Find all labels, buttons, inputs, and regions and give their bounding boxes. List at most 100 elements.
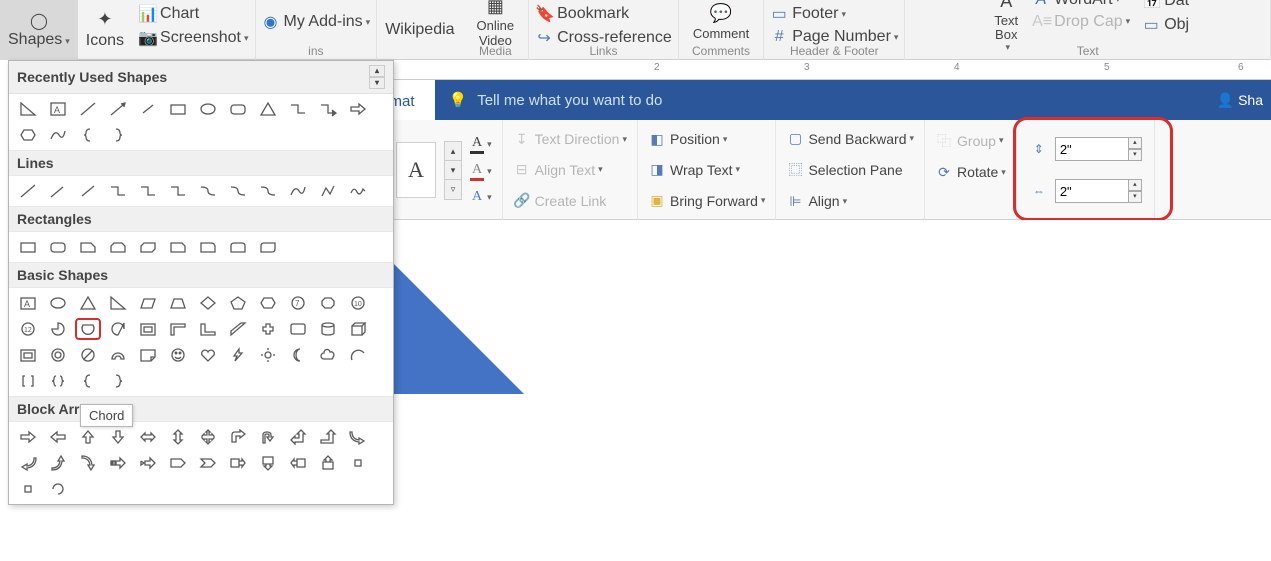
shape-arrow-updown[interactable] xyxy=(165,426,191,448)
shape-arrow-line[interactable] xyxy=(105,98,131,120)
group-button[interactable]: ⿻Group xyxy=(935,129,1006,153)
shape-freeform-curve[interactable] xyxy=(285,180,311,202)
shape-arrow-pentagon[interactable] xyxy=(165,452,191,474)
shape-arc[interactable] xyxy=(345,344,371,366)
send-backward-button[interactable]: ▢Send Backward xyxy=(786,128,914,149)
width-spin-down[interactable]: ▾ xyxy=(1128,191,1142,203)
shape-elbow-double[interactable] xyxy=(165,180,191,202)
shape-smiley[interactable] xyxy=(165,344,191,366)
shape-arrow-curved-right[interactable] xyxy=(345,426,371,448)
shape-elbow-connector[interactable] xyxy=(285,98,311,120)
shape-arrow-curved-down[interactable] xyxy=(75,452,101,474)
create-link-button[interactable]: 🔗Create Link xyxy=(513,190,627,211)
shape-frame[interactable] xyxy=(135,318,161,340)
shape-noentry[interactable] xyxy=(75,344,101,366)
shape-bevel[interactable] xyxy=(15,344,41,366)
shape-brace-pair[interactable] xyxy=(45,370,71,392)
shape-snipround-rect[interactable] xyxy=(165,236,191,258)
share-button[interactable]: 👤 Sha xyxy=(1209,92,1271,109)
shape-arrow-down[interactable] xyxy=(105,426,131,448)
shape-double-arrow-line[interactable] xyxy=(135,98,161,120)
shape-round1-rect[interactable] xyxy=(195,236,221,258)
comment-button[interactable]: 💬 Comment xyxy=(685,1,757,43)
shape-arrow-callout-down[interactable] xyxy=(255,452,281,474)
shape-arrow-uturn[interactable] xyxy=(255,426,281,448)
gallery-down-icon[interactable]: ▾ xyxy=(445,161,461,180)
shape-arrow-quad[interactable] xyxy=(195,426,221,448)
position-button[interactable]: ◧Position xyxy=(648,129,765,150)
shape-arrow-right[interactable] xyxy=(15,426,41,448)
shape-triangle2[interactable] xyxy=(75,292,101,314)
shape-octagon[interactable] xyxy=(315,292,341,314)
shape-arrow-callout-left[interactable] xyxy=(285,452,311,474)
tell-me-box[interactable]: 💡 Tell me what you want to do 👤 Sha xyxy=(435,80,1271,120)
align-button[interactable]: ⊫Align xyxy=(786,191,914,212)
wordart-button[interactable]: AWordArt xyxy=(1032,0,1130,11)
wordart-style-preview[interactable]: A xyxy=(396,142,436,198)
shape-lshape[interactable] xyxy=(195,318,221,340)
shape-elbow-arrow[interactable] xyxy=(315,98,341,120)
align-text-button[interactable]: ⊟Align Text xyxy=(513,159,627,180)
text-fill-button[interactable]: A xyxy=(470,133,492,156)
shape-line-arrow[interactable] xyxy=(45,180,71,202)
shape-pie[interactable] xyxy=(45,318,71,340)
shape-plaque[interactable] xyxy=(285,318,311,340)
shape-chord[interactable] xyxy=(75,318,101,340)
shape-arrow-callout-right[interactable] xyxy=(225,452,251,474)
chart-button[interactable]: 📊Chart xyxy=(138,2,199,26)
shape-decagon[interactable]: 10 xyxy=(345,292,371,314)
shape-curve[interactable] xyxy=(45,124,71,146)
shape-dodecagon[interactable]: 12 xyxy=(15,318,41,340)
object-button[interactable]: ▭Obj xyxy=(1142,13,1189,37)
shape-cross[interactable] xyxy=(255,318,281,340)
shape-brace-left[interactable] xyxy=(75,124,101,146)
shape-line-double-arrow[interactable] xyxy=(75,180,101,202)
shape-arrow-chevron[interactable] xyxy=(195,452,221,474)
wordart-gallery-scroll[interactable]: ▴▾▿ xyxy=(444,141,462,200)
bookmark-button[interactable]: 🔖Bookmark xyxy=(535,2,629,26)
shape-arrow-up[interactable] xyxy=(75,426,101,448)
shape-lightning[interactable] xyxy=(225,344,251,366)
footer-button[interactable]: ▭Footer xyxy=(770,2,846,26)
shapes-button[interactable]: ◯ Shapes xyxy=(0,0,78,60)
shape-oval2[interactable] xyxy=(45,292,71,314)
text-outline-button[interactable]: A xyxy=(470,160,492,183)
width-spin-up[interactable]: ▴ xyxy=(1128,179,1142,191)
height-spin-down[interactable]: ▾ xyxy=(1128,149,1142,161)
shape-arrow-circular[interactable] xyxy=(45,478,71,500)
shape-arrow-curved-left[interactable] xyxy=(15,452,41,474)
shape-line[interactable] xyxy=(75,98,101,120)
shape-parallelogram[interactable] xyxy=(135,292,161,314)
shape-cloud[interactable] xyxy=(315,344,341,366)
shape-textbox[interactable]: A xyxy=(45,98,71,120)
shape-arrow-striped[interactable] xyxy=(105,452,131,474)
shape-diag-stripe[interactable] xyxy=(225,318,251,340)
shape-sun[interactable] xyxy=(255,344,281,366)
gallery-more-icon[interactable]: ▿ xyxy=(445,180,461,199)
shape-moon[interactable] xyxy=(285,344,311,366)
shape-arrow-bentup[interactable] xyxy=(315,426,341,448)
shape-round2same-rect[interactable] xyxy=(225,236,251,258)
shape-left-brace[interactable] xyxy=(75,370,101,392)
shape-curve-connector[interactable] xyxy=(195,180,221,202)
inserted-triangle-shape[interactable] xyxy=(394,264,524,394)
shape-rectangle[interactable] xyxy=(165,98,191,120)
shape-trapezoid[interactable] xyxy=(165,292,191,314)
shape-curve-arrow[interactable] xyxy=(225,180,251,202)
shape-rect[interactable] xyxy=(15,236,41,258)
bring-forward-button[interactable]: ▣Bring Forward xyxy=(648,190,765,211)
shape-arrow-bent[interactable] xyxy=(225,426,251,448)
shape-teardrop[interactable] xyxy=(105,318,131,340)
shape-arrow-leftright[interactable] xyxy=(135,426,161,448)
document-canvas[interactable] xyxy=(394,220,1271,520)
wikipedia-button[interactable]: Wikipedia xyxy=(377,0,462,59)
shape-right-brace[interactable] xyxy=(105,370,131,392)
wrap-text-button[interactable]: ◨Wrap Text xyxy=(648,159,765,180)
gallery-up-icon[interactable]: ▴ xyxy=(445,142,461,161)
shape-folded-corner[interactable] xyxy=(135,344,161,366)
shape-heart[interactable] xyxy=(195,344,221,366)
panel-scroll-up[interactable]: ▴ xyxy=(369,65,385,77)
shape-curve-double[interactable] xyxy=(255,180,281,202)
shape-pentagon[interactable] xyxy=(225,292,251,314)
online-video-button[interactable]: ▦ Online Video xyxy=(469,0,523,50)
